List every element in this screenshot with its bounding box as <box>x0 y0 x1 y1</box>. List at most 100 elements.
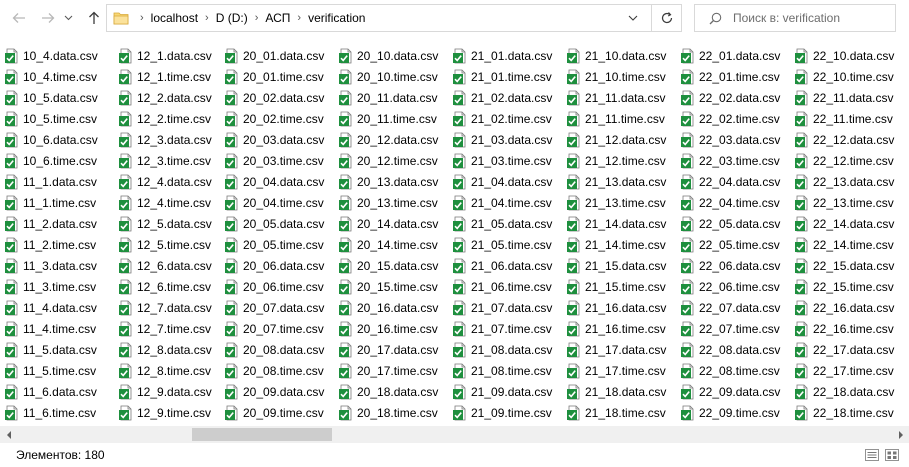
file-item[interactable]: 22_13.data.csv <box>790 171 904 192</box>
file-item[interactable]: 20_04.data.csv <box>220 171 334 192</box>
file-item[interactable]: 11_1.data.csv <box>0 171 114 192</box>
file-item[interactable]: 22_10.data.csv <box>790 45 904 66</box>
file-item[interactable]: 20_01.data.csv <box>220 45 334 66</box>
file-item[interactable]: 11_4.data.csv <box>0 297 114 318</box>
file-item[interactable]: 20_03.time.csv <box>220 150 334 171</box>
file-item[interactable]: 22_17.data.csv <box>790 339 904 360</box>
file-item[interactable]: 21_02.time.csv <box>448 108 562 129</box>
file-item[interactable]: 21_06.data.csv <box>448 255 562 276</box>
file-item[interactable]: 20_10.data.csv <box>334 45 448 66</box>
file-item[interactable]: 21_12.data.csv <box>562 129 676 150</box>
file-item[interactable]: 20_05.data.csv <box>220 213 334 234</box>
file-item[interactable]: 22_16.time.csv <box>790 318 904 339</box>
file-item[interactable]: 11_1.time.csv <box>0 192 114 213</box>
file-item[interactable]: 21_15.data.csv <box>562 255 676 276</box>
file-item[interactable]: 20_06.data.csv <box>220 255 334 276</box>
file-item[interactable]: 20_13.time.csv <box>334 192 448 213</box>
file-item[interactable]: 22_07.data.csv <box>676 297 790 318</box>
file-item[interactable]: 12_7.time.csv <box>114 318 228 339</box>
file-item[interactable]: 22_08.time.csv <box>676 360 790 381</box>
file-item[interactable]: 22_16.data.csv <box>790 297 904 318</box>
file-item[interactable]: 22_12.data.csv <box>790 129 904 150</box>
file-item[interactable]: 11_6.data.csv <box>0 381 114 402</box>
file-item[interactable]: 21_14.data.csv <box>562 213 676 234</box>
file-item[interactable]: 11_5.data.csv <box>0 339 114 360</box>
file-item[interactable]: 21_05.time.csv <box>448 234 562 255</box>
file-item[interactable]: 20_05.time.csv <box>220 234 334 255</box>
file-item[interactable]: 22_18.time.csv <box>790 402 904 423</box>
file-item[interactable]: 20_18.time.csv <box>334 402 448 423</box>
breadcrumb-separator-icon[interactable]: › <box>202 12 212 24</box>
file-item[interactable]: 21_10.time.csv <box>562 66 676 87</box>
file-item[interactable]: 22_09.data.csv <box>676 381 790 402</box>
up-button[interactable] <box>83 5 105 31</box>
file-item[interactable]: 12_8.time.csv <box>114 360 228 381</box>
search-box[interactable] <box>694 4 896 32</box>
file-item[interactable]: 20_14.time.csv <box>334 234 448 255</box>
file-item[interactable]: 12_5.data.csv <box>114 213 228 234</box>
file-item[interactable]: 20_02.time.csv <box>220 108 334 129</box>
file-item[interactable]: 22_14.data.csv <box>790 213 904 234</box>
file-item[interactable]: 22_03.data.csv <box>676 129 790 150</box>
file-item[interactable]: 22_04.time.csv <box>676 192 790 213</box>
file-item[interactable]: 22_07.time.csv <box>676 318 790 339</box>
breadcrumb-drive-d[interactable]: D (D:) <box>212 11 252 25</box>
file-item[interactable]: 11_5.time.csv <box>0 360 114 381</box>
file-item[interactable]: 11_2.time.csv <box>0 234 114 255</box>
refresh-button[interactable] <box>651 4 682 32</box>
file-item[interactable]: 20_02.data.csv <box>220 87 334 108</box>
file-item[interactable]: 20_07.data.csv <box>220 297 334 318</box>
file-item[interactable]: 21_09.time.csv <box>448 402 562 423</box>
search-input[interactable] <box>733 8 891 28</box>
file-item[interactable]: 21_18.data.csv <box>562 381 676 402</box>
file-item[interactable]: 12_6.time.csv <box>114 276 228 297</box>
file-item[interactable]: 10_6.time.csv <box>0 150 114 171</box>
file-item[interactable]: 21_01.time.csv <box>448 66 562 87</box>
file-item[interactable]: 21_01.data.csv <box>448 45 562 66</box>
file-item[interactable]: 21_11.time.csv <box>562 108 676 129</box>
file-item[interactable]: 22_01.data.csv <box>676 45 790 66</box>
file-item[interactable]: 22_03.time.csv <box>676 150 790 171</box>
file-item[interactable]: 21_17.time.csv <box>562 360 676 381</box>
file-item[interactable]: 20_08.time.csv <box>220 360 334 381</box>
file-item[interactable]: 10_4.time.csv <box>0 66 114 87</box>
file-item[interactable]: 12_1.time.csv <box>114 66 228 87</box>
file-item[interactable]: 12_4.time.csv <box>114 192 228 213</box>
file-item[interactable]: 21_16.data.csv <box>562 297 676 318</box>
file-item[interactable]: 22_08.data.csv <box>676 339 790 360</box>
file-item[interactable]: 22_05.data.csv <box>676 213 790 234</box>
file-item[interactable]: 20_10.time.csv <box>334 66 448 87</box>
file-item[interactable]: 11_4.time.csv <box>0 318 114 339</box>
file-item[interactable]: 10_5.data.csv <box>0 87 114 108</box>
file-item[interactable]: 20_17.data.csv <box>334 339 448 360</box>
file-item[interactable]: 21_17.data.csv <box>562 339 676 360</box>
file-item[interactable]: 20_07.time.csv <box>220 318 334 339</box>
file-item[interactable]: 22_09.time.csv <box>676 402 790 423</box>
file-item[interactable]: 20_12.data.csv <box>334 129 448 150</box>
file-item[interactable]: 21_16.time.csv <box>562 318 676 339</box>
file-item[interactable]: 22_15.time.csv <box>790 276 904 297</box>
file-item[interactable]: 21_15.time.csv <box>562 276 676 297</box>
file-item[interactable]: 12_3.data.csv <box>114 129 228 150</box>
address-history-button[interactable] <box>617 5 649 31</box>
details-view-button[interactable] <box>864 447 880 463</box>
file-item[interactable]: 10_5.time.csv <box>0 108 114 129</box>
file-item[interactable]: 22_17.time.csv <box>790 360 904 381</box>
file-item[interactable]: 21_06.time.csv <box>448 276 562 297</box>
scrollbar-thumb[interactable] <box>192 428 332 441</box>
file-item[interactable]: 12_2.time.csv <box>114 108 228 129</box>
file-item[interactable]: 21_09.data.csv <box>448 381 562 402</box>
file-item[interactable]: 22_14.time.csv <box>790 234 904 255</box>
file-item[interactable]: 22_15.data.csv <box>790 255 904 276</box>
file-item[interactable]: 11_3.data.csv <box>0 255 114 276</box>
file-item[interactable]: 21_04.time.csv <box>448 192 562 213</box>
file-item[interactable]: 11_6.time.csv <box>0 402 114 423</box>
file-item[interactable]: 12_8.data.csv <box>114 339 228 360</box>
file-item[interactable]: 21_13.time.csv <box>562 192 676 213</box>
address-bar[interactable]: › localhost › D (D:) › АСП › verificatio… <box>106 4 682 32</box>
file-item[interactable]: 12_9.data.csv <box>114 381 228 402</box>
file-item[interactable]: 21_04.data.csv <box>448 171 562 192</box>
file-item[interactable]: 22_12.time.csv <box>790 150 904 171</box>
file-item[interactable]: 22_04.data.csv <box>676 171 790 192</box>
file-item[interactable]: 21_07.data.csv <box>448 297 562 318</box>
